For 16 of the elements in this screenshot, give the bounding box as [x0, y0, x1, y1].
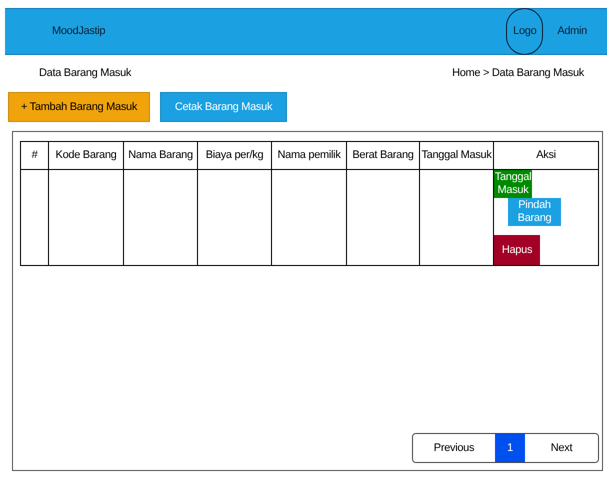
column-header: Nama pemilik	[272, 142, 346, 170]
breadcrumb: Home > Data Barang Masuk	[452, 66, 584, 81]
brand-name: MoodJastip	[52, 24, 106, 40]
delete-button[interactable]: Hapus	[494, 235, 540, 265]
column-header: Tanggal Masuk	[420, 142, 494, 170]
column-header: Nama Barang	[124, 142, 198, 170]
date-button[interactable]: Tanggal Masuk	[494, 170, 532, 198]
column-header: Kode Barang	[48, 142, 124, 170]
add-button[interactable]: + Tambah Barang Masuk	[8, 92, 150, 122]
column-header: Biaya per/kg	[198, 142, 272, 170]
column-header: Aksi	[494, 142, 598, 170]
page-link[interactable]: 1	[495, 434, 525, 462]
user-name[interactable]: Admin	[557, 23, 587, 40]
page-title: Data Barang Masuk	[39, 66, 132, 81]
column-header: #	[20, 142, 48, 170]
column-header: Berat Barang	[346, 142, 420, 170]
